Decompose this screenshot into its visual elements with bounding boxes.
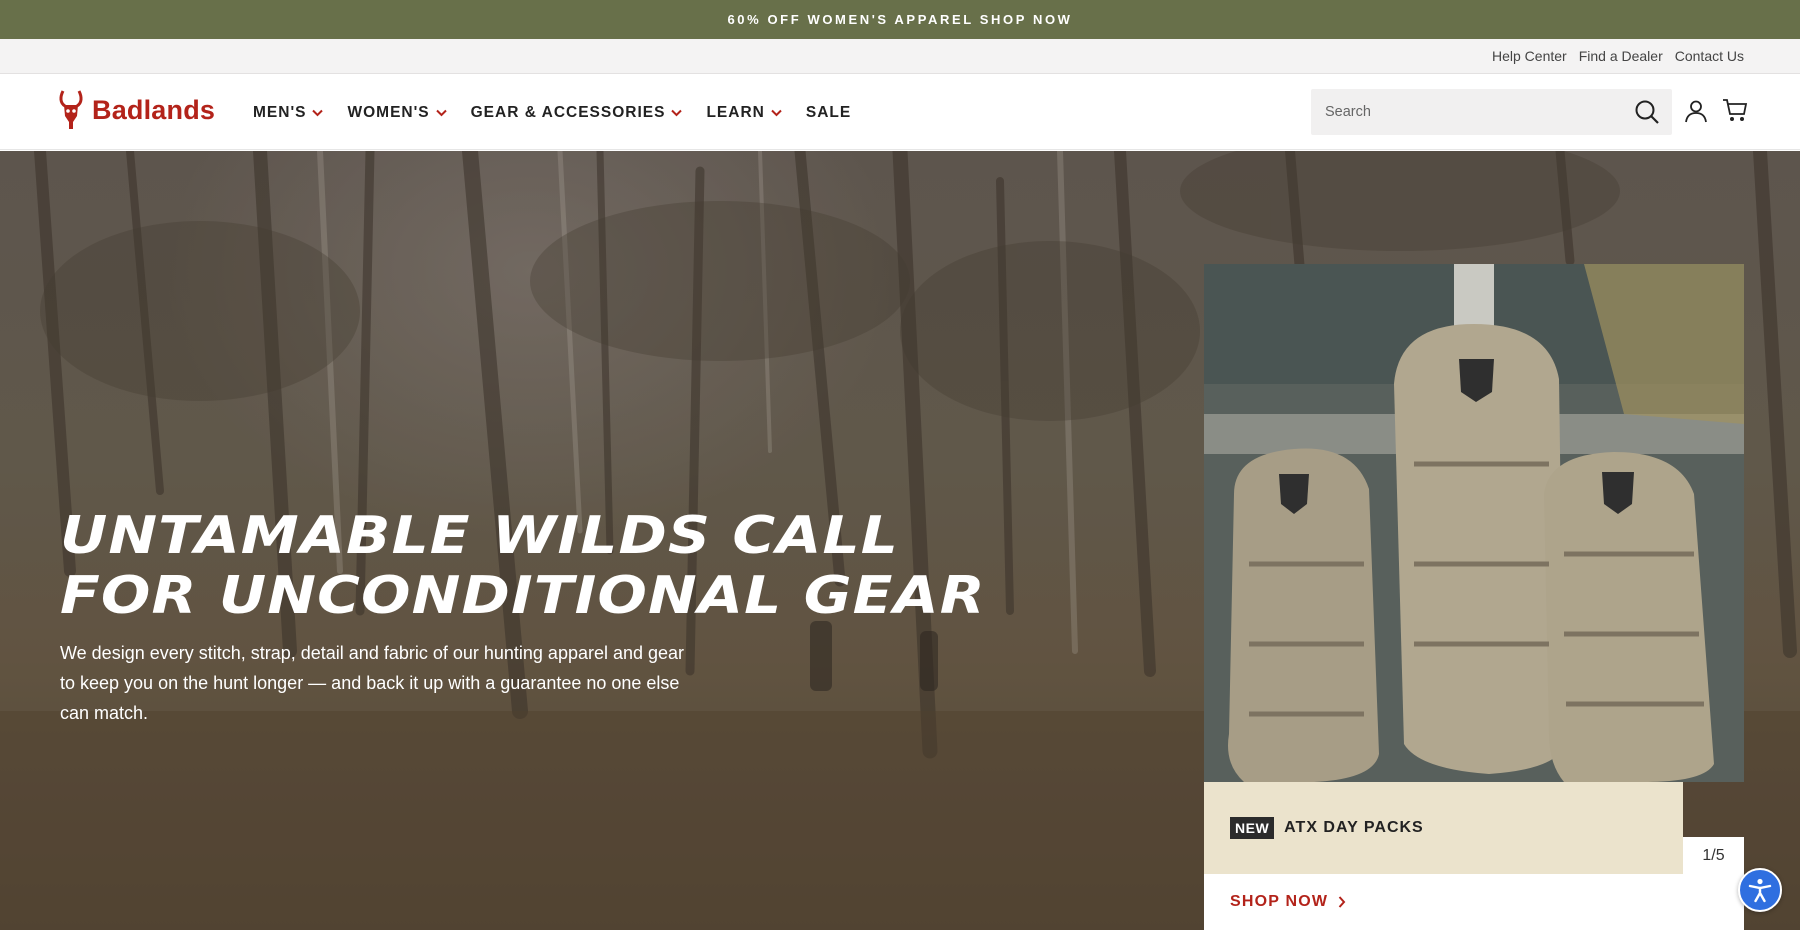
nav-item-label: GEAR & ACCESSORIES [470, 103, 666, 121]
slide-counter: 1/5 [1683, 837, 1744, 874]
chevron-down-icon [435, 109, 447, 116]
day-packs-image [1204, 264, 1744, 782]
accessibility-button[interactable] [1738, 868, 1782, 912]
search-box [1311, 89, 1672, 135]
help-center-link[interactable]: Help Center [1492, 48, 1567, 64]
brand-logo[interactable]: Badlands [58, 89, 215, 131]
nav-item-label: MEN'S [253, 103, 307, 121]
nav-item-label: WOMEN'S [347, 103, 430, 121]
main-nav: MEN'S WOMEN'S GEAR & ACCESSORIES LEARN S… [253, 75, 851, 150]
site-header: Badlands MEN'S WOMEN'S GEAR & ACCESSORIE… [0, 75, 1800, 150]
search-input[interactable] [1325, 89, 1625, 135]
promo-bar: 60% OFF WOMEN'S APPAREL SHOP NOW [0, 0, 1800, 39]
chevron-down-icon [671, 109, 683, 116]
accessibility-icon [1748, 878, 1772, 903]
hero-body-text: We design every stitch, strap, detail an… [60, 643, 685, 723]
contact-us-link[interactable]: Contact Us [1675, 48, 1744, 64]
search-icon[interactable] [1634, 99, 1660, 130]
card-title: ATX DAY PACKS [1284, 819, 1424, 836]
hero-headline-line-1: UNTAMABLE WILDS CALL [60, 506, 899, 566]
cart-icon[interactable] [1722, 97, 1748, 128]
account-icon[interactable] [1684, 99, 1708, 128]
chevron-down-icon [771, 109, 782, 116]
find-dealer-link[interactable]: Find a Dealer [1579, 48, 1663, 64]
nav-item-learn[interactable]: LEARN [706, 103, 782, 122]
nav-item-womens[interactable]: WOMEN'S [347, 103, 447, 122]
hero-headline: UNTAMABLE WILDS CALL FOR UNCONDITIONAL G… [60, 506, 1060, 626]
featured-product-card[interactable]: NEW ATX DAY PACKS 1/5 SHOP NOW [1204, 264, 1744, 930]
nav-item-mens[interactable]: MEN'S [253, 103, 324, 122]
brand-name: Badlands [92, 94, 216, 125]
hero-headline-line-2: FOR UNCONDITIONAL GEAR [60, 566, 986, 626]
chevron-down-icon [312, 109, 324, 116]
shop-now-link[interactable]: SHOP NOW [1204, 874, 1744, 930]
nav-item-gear-accessories[interactable]: GEAR & ACCESSORIES [471, 104, 683, 122]
hero-banner: UNTAMABLE WILDS CALL FOR UNCONDITIONAL G… [0, 151, 1800, 930]
shop-now-label: SHOP NOW [1230, 893, 1329, 910]
nav-item-label: LEARN [706, 103, 765, 121]
new-badge: NEW [1230, 817, 1275, 839]
skull-logo-icon [59, 90, 83, 129]
nav-item-sale[interactable]: SALE [806, 104, 851, 122]
chevron-right-icon [1338, 896, 1346, 908]
promo-link[interactable]: 60% OFF WOMEN'S APPAREL SHOP NOW [727, 12, 1072, 27]
nav-item-label: SALE [805, 103, 852, 121]
utility-bar: Help Center Find a Dealer Contact Us [0, 39, 1800, 74]
card-caption: NEW ATX DAY PACKS [1204, 782, 1683, 874]
